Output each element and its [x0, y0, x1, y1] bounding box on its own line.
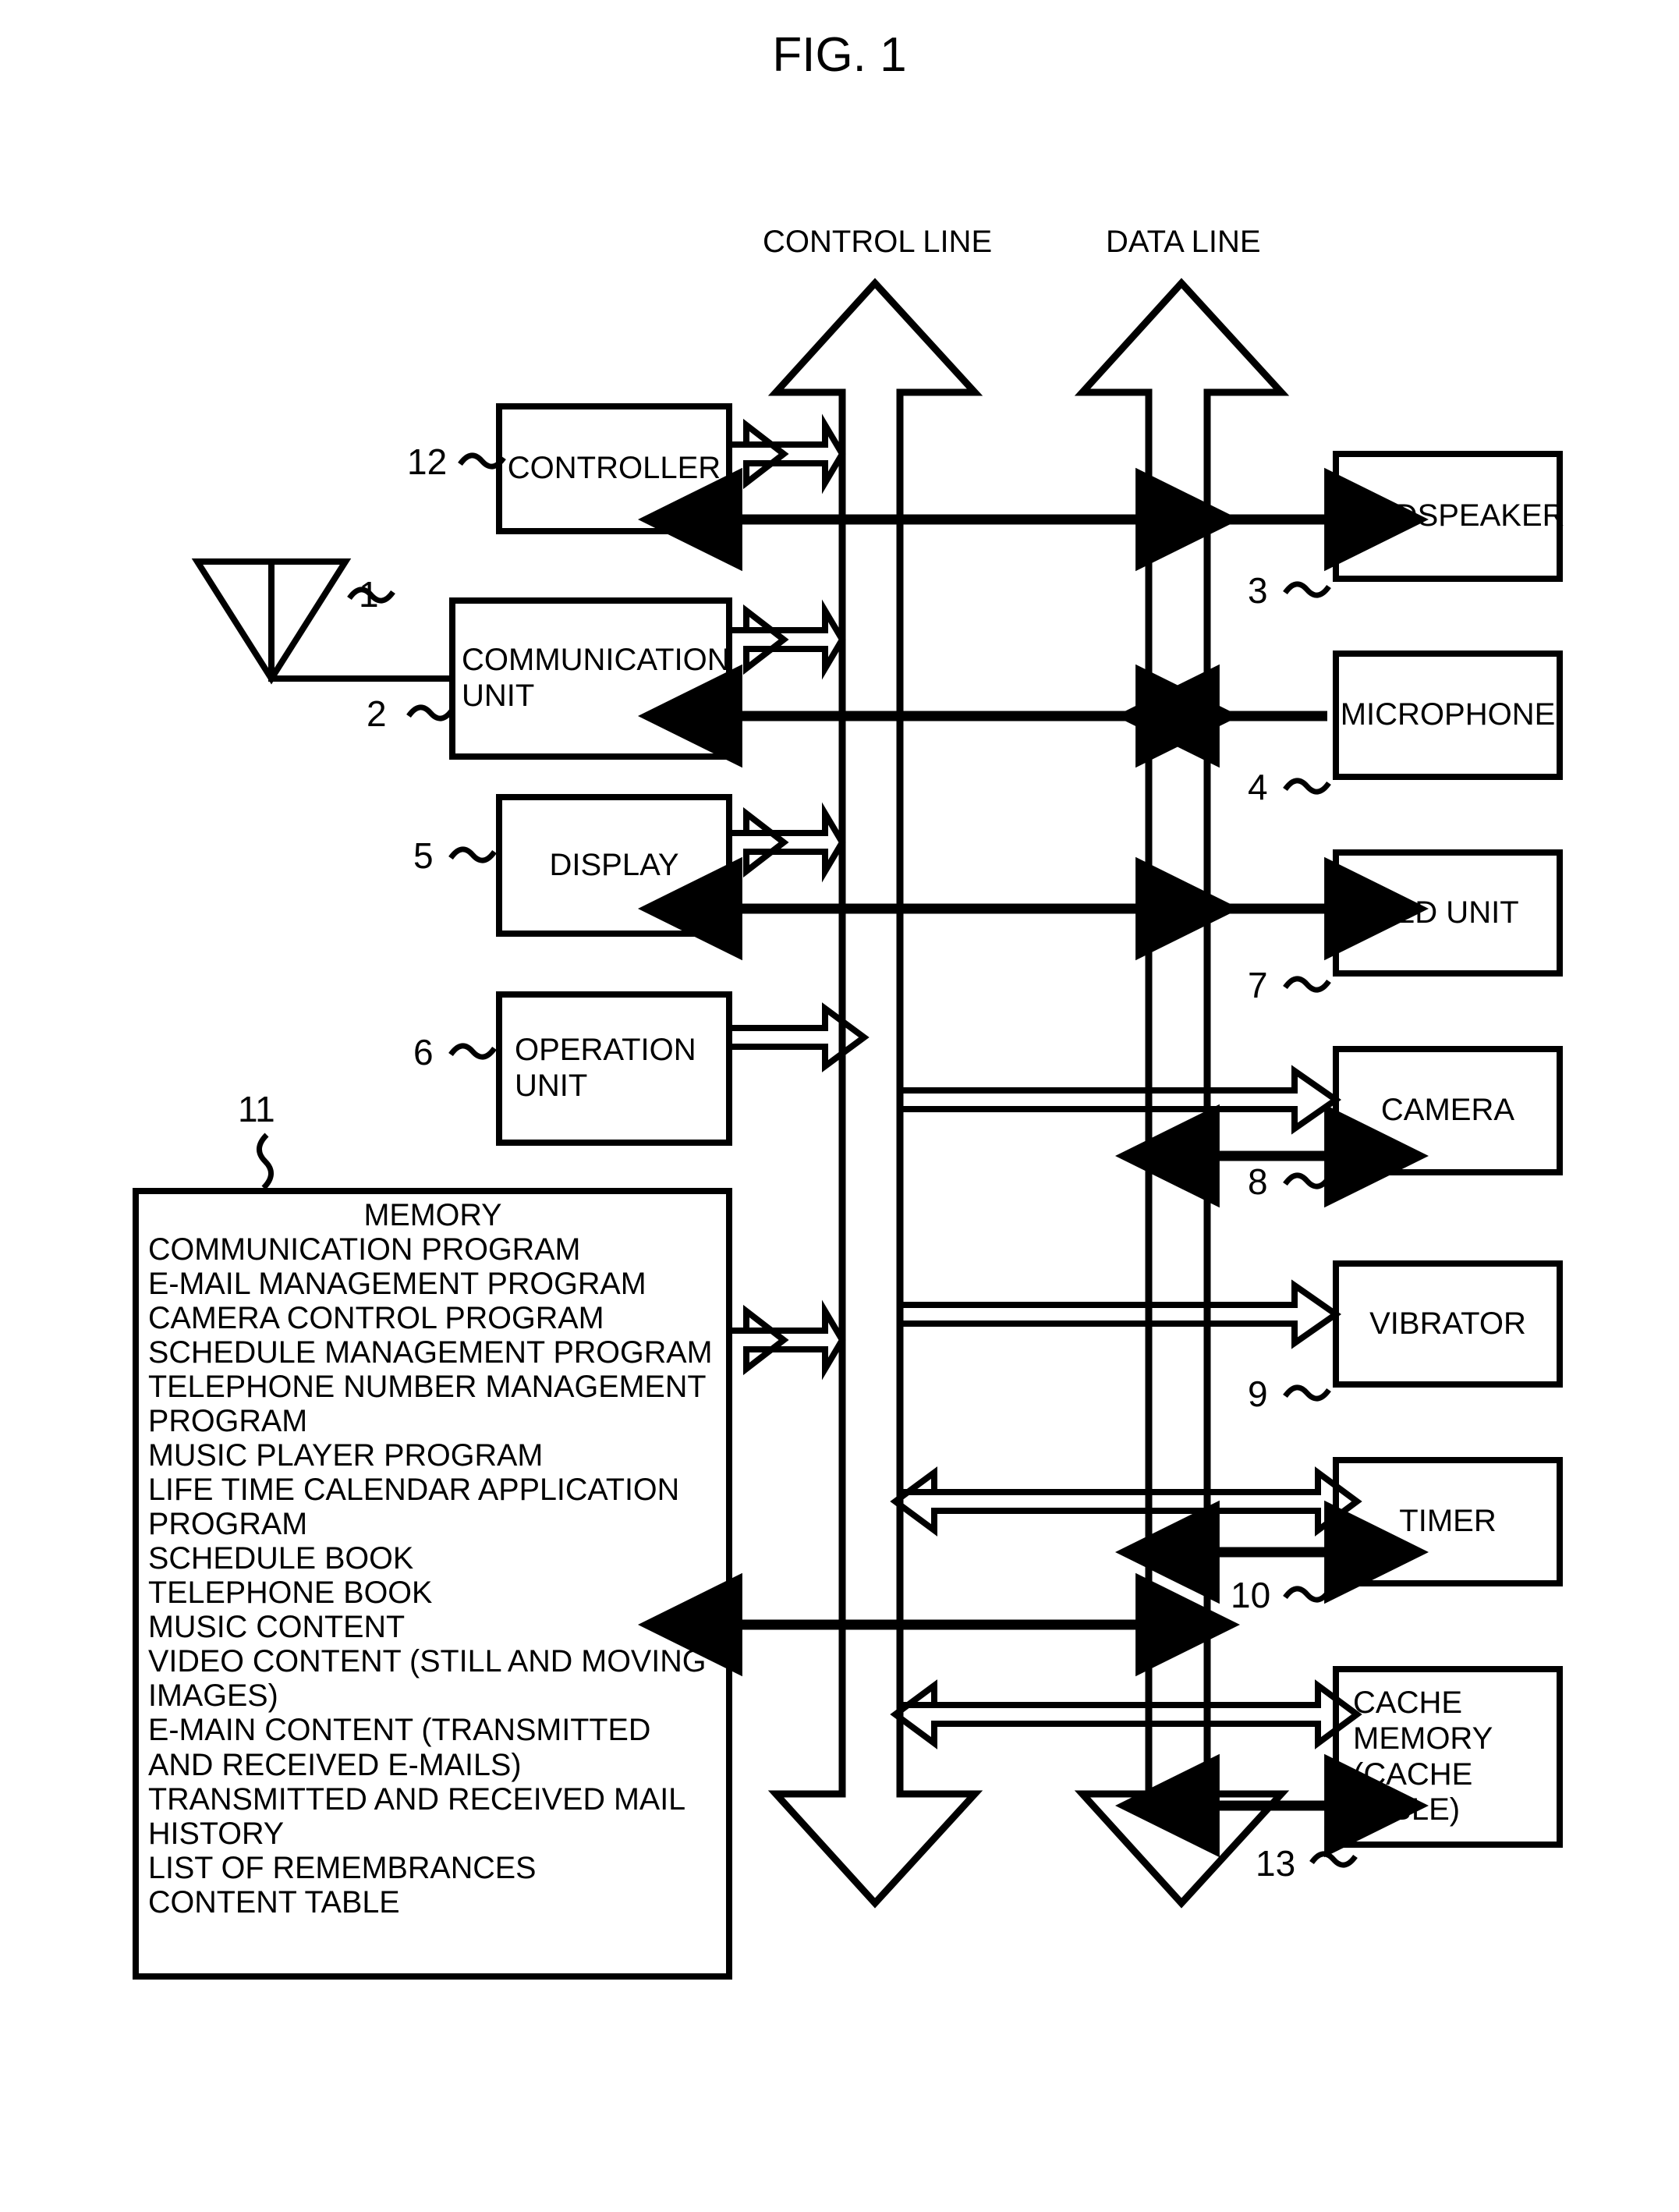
ref-num-12: 12: [407, 441, 448, 482]
block-led-unit: [1333, 849, 1563, 977]
memory-item: SCHEDULE MANAGEMENT PROGRAM: [148, 1335, 713, 1370]
ref-num-1: 1: [359, 574, 379, 615]
arrow-control-cache: [890, 1679, 1362, 1749]
memory-item: VIDEO CONTENT (STILL AND MOVING IMAGES): [148, 1644, 707, 1714]
arrow-communication-control: [729, 599, 846, 680]
ref-num-3: 3: [1248, 570, 1268, 611]
ref-num-6: 6: [413, 1032, 434, 1072]
block-display: [496, 794, 732, 937]
memory-item: TELEPHONE NUMBER MANAGEMENT PROGRAM: [148, 1370, 706, 1439]
memory-item: TELEPHONE BOOK: [148, 1576, 433, 1611]
memory-item: E-MAIL MANAGEMENT PROGRAM: [148, 1267, 646, 1302]
memory-item: SCHEDULE BOOK: [148, 1541, 414, 1576]
memory-item: TRANSMITTED AND RECEIVED MAIL HISTORY: [148, 1781, 685, 1851]
block-camera: [1333, 1046, 1563, 1175]
ref-num-2: 2: [367, 693, 387, 734]
ref-num-5: 5: [413, 835, 434, 876]
block-communication-unit: [449, 597, 732, 760]
block-vibrator: [1333, 1260, 1563, 1388]
block-timer: [1333, 1457, 1563, 1586]
ref-num-8: 8: [1248, 1161, 1268, 1202]
ref-num-7: 7: [1248, 965, 1268, 1005]
memory-item: MUSIC CONTENT: [148, 1610, 406, 1645]
memory-item: MUSIC PLAYER PROGRAM: [148, 1438, 544, 1473]
antenna-symbol: [191, 558, 452, 685]
arrow-controller-control: [729, 413, 846, 495]
block-cache-memory: [1333, 1666, 1563, 1848]
ref-num-9: 9: [1248, 1374, 1268, 1414]
ref-num-11: 11: [238, 1089, 275, 1129]
block-loudspeaker: [1333, 451, 1563, 582]
data-line-label: DATA LINE: [1106, 225, 1261, 259]
memory-item: CAMERA CONTROL PROGRAM: [148, 1301, 604, 1336]
ref-num-13: 13: [1256, 1843, 1296, 1884]
arrow-control-timer: [890, 1466, 1362, 1537]
arrow-control-vibrator: [897, 1279, 1341, 1349]
memory-contents: MEMORY COMMUNICATION PROGRAM E-MAIL MANAG…: [148, 1198, 717, 1978]
arrow-memory-control: [729, 1299, 846, 1381]
memory-item: LIFE TIME CALENDAR APPLICATION PROGRAM: [148, 1473, 680, 1542]
memory-item: COMMUNICATION PROGRAM: [148, 1232, 581, 1267]
block-microphone: [1333, 650, 1563, 780]
arrow-operation-camera: [897, 1065, 1341, 1135]
memory-title: MEMORY: [363, 1198, 502, 1232]
memory-item-list: COMMUNICATION PROGRAM E-MAIL MANAGEMENT P…: [148, 1232, 717, 1920]
block-controller: [496, 403, 732, 534]
memory-item: LIST OF REMEMBRANCES: [148, 1850, 537, 1885]
arrow-display-control: [729, 802, 846, 883]
control-line-label: CONTROL LINE: [763, 225, 993, 259]
ref-num-10: 10: [1231, 1575, 1271, 1615]
memory-item: CONTENT TABLE: [148, 1884, 400, 1920]
figure-title: FIG. 1: [772, 28, 907, 82]
memory-item: E-MAIN CONTENT (TRANSMITTED AND RECEIVED…: [148, 1713, 651, 1782]
ref-num-4: 4: [1248, 767, 1268, 807]
block-operation-unit: [496, 991, 732, 1146]
